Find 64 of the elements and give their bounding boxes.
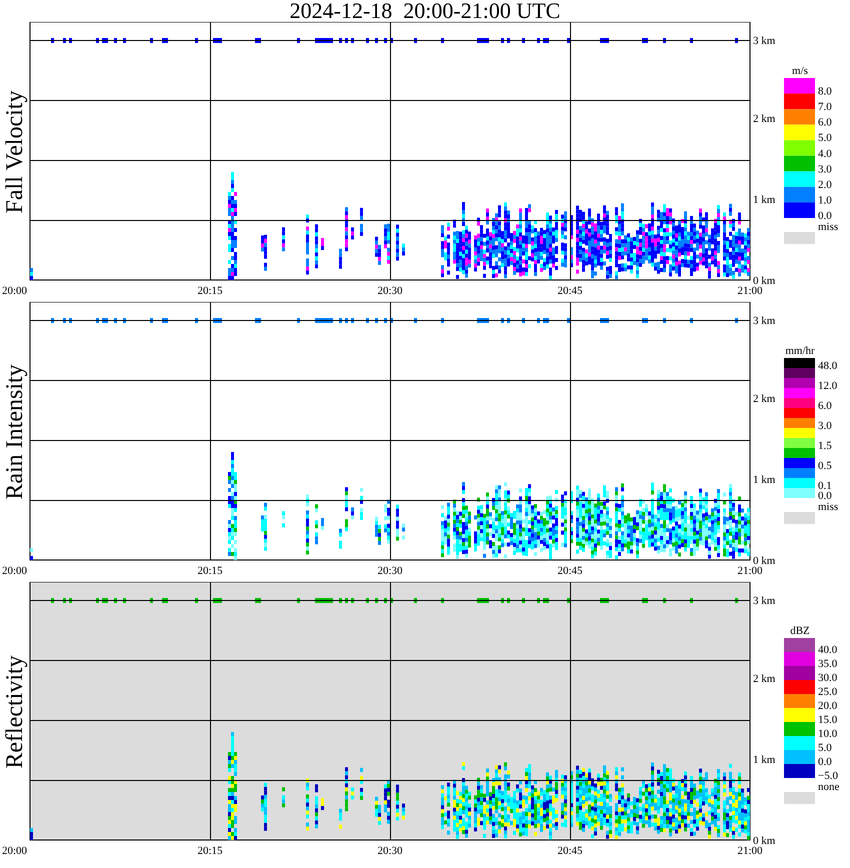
- legend-label: 0.0: [818, 756, 832, 768]
- legend-label: miss: [818, 501, 838, 513]
- tick-label: 20:15: [197, 285, 223, 297]
- tick-label: 20:00: [2, 845, 28, 857]
- legend-label: 7.0: [818, 101, 832, 114]
- tick-label: 3 km: [753, 595, 776, 607]
- tick-label: 20:30: [377, 565, 403, 577]
- tick-label: 0 km: [753, 275, 776, 287]
- legend-label: miss: [818, 221, 838, 233]
- legend-label: none: [818, 781, 840, 793]
- axis-label: Fall Velocity: [2, 90, 28, 214]
- legend-label: 1.5: [818, 440, 832, 452]
- tick-label: 3 km: [753, 315, 776, 327]
- legend-label: 48.0: [818, 360, 838, 372]
- legend-label: 1.0: [818, 194, 832, 206]
- tick-label: 3 km: [753, 35, 776, 47]
- legend-label: 0.0: [818, 210, 832, 222]
- tick-label: 0 km: [753, 835, 776, 847]
- tick-label: 21:00: [737, 565, 763, 577]
- axis-label: Reflectivity: [2, 655, 28, 769]
- tick-label: 2 km: [753, 393, 776, 405]
- tick-label: 0 km: [753, 555, 776, 567]
- tick-label: 2 km: [753, 113, 776, 125]
- legend-label: 40.0: [818, 644, 838, 656]
- tick-label: 1 km: [753, 474, 776, 486]
- tick-label: 20:45: [557, 285, 583, 297]
- tick-label: 21:00: [737, 285, 763, 297]
- axis-label: Rain Intensity: [2, 364, 28, 500]
- tick-label: 2 km: [753, 673, 776, 685]
- tick-label: 20:15: [197, 845, 223, 857]
- tick-label: 20:30: [377, 285, 403, 297]
- tick-label: 20:15: [197, 565, 223, 577]
- legend-unit: dBZ: [790, 625, 810, 637]
- legend-label: 12.0: [818, 380, 838, 392]
- legend-label: 35.0: [818, 658, 838, 670]
- tick-label: 20:45: [557, 845, 583, 857]
- tick-label: 1 km: [753, 754, 776, 766]
- legend-label: 6.0: [818, 116, 832, 129]
- legend-label: 5.0: [818, 742, 832, 754]
- legend-label: 25.0: [818, 686, 838, 698]
- legend-label: 3.0: [818, 163, 832, 176]
- tick-label: 20:00: [2, 565, 28, 577]
- tick-label: 20:30: [377, 845, 403, 857]
- legend-label: 8.0: [818, 86, 832, 98]
- tick-label: 1 km: [753, 194, 776, 206]
- legend-unit: m/s: [792, 65, 808, 77]
- legend-label: 15.0: [818, 714, 838, 726]
- legend-label: 6.0: [818, 400, 832, 412]
- legend-label: 30.0: [818, 672, 838, 684]
- legend-label: 5.0: [818, 132, 832, 144]
- legend-label: 0.5: [818, 460, 832, 472]
- legend-label: 4.0: [818, 148, 832, 160]
- tick-label: 20:45: [557, 565, 583, 577]
- chart-title: 2024-12-18 20:00-21:00 UTC: [288, 0, 562, 22]
- legend-label: −5.0: [818, 770, 838, 782]
- tick-label: 21:00: [737, 845, 763, 857]
- legend-label: 3.0: [818, 420, 832, 432]
- tick-label: 20:00: [2, 285, 28, 297]
- legend-label: 0.0: [818, 490, 832, 502]
- legend-unit: mm/hr: [785, 345, 815, 357]
- legend-label: 10.0: [818, 728, 838, 740]
- legend-label: 20.0: [818, 700, 838, 712]
- legend-label: 2.0: [818, 178, 832, 191]
- legend-label: 0.1: [818, 480, 832, 492]
